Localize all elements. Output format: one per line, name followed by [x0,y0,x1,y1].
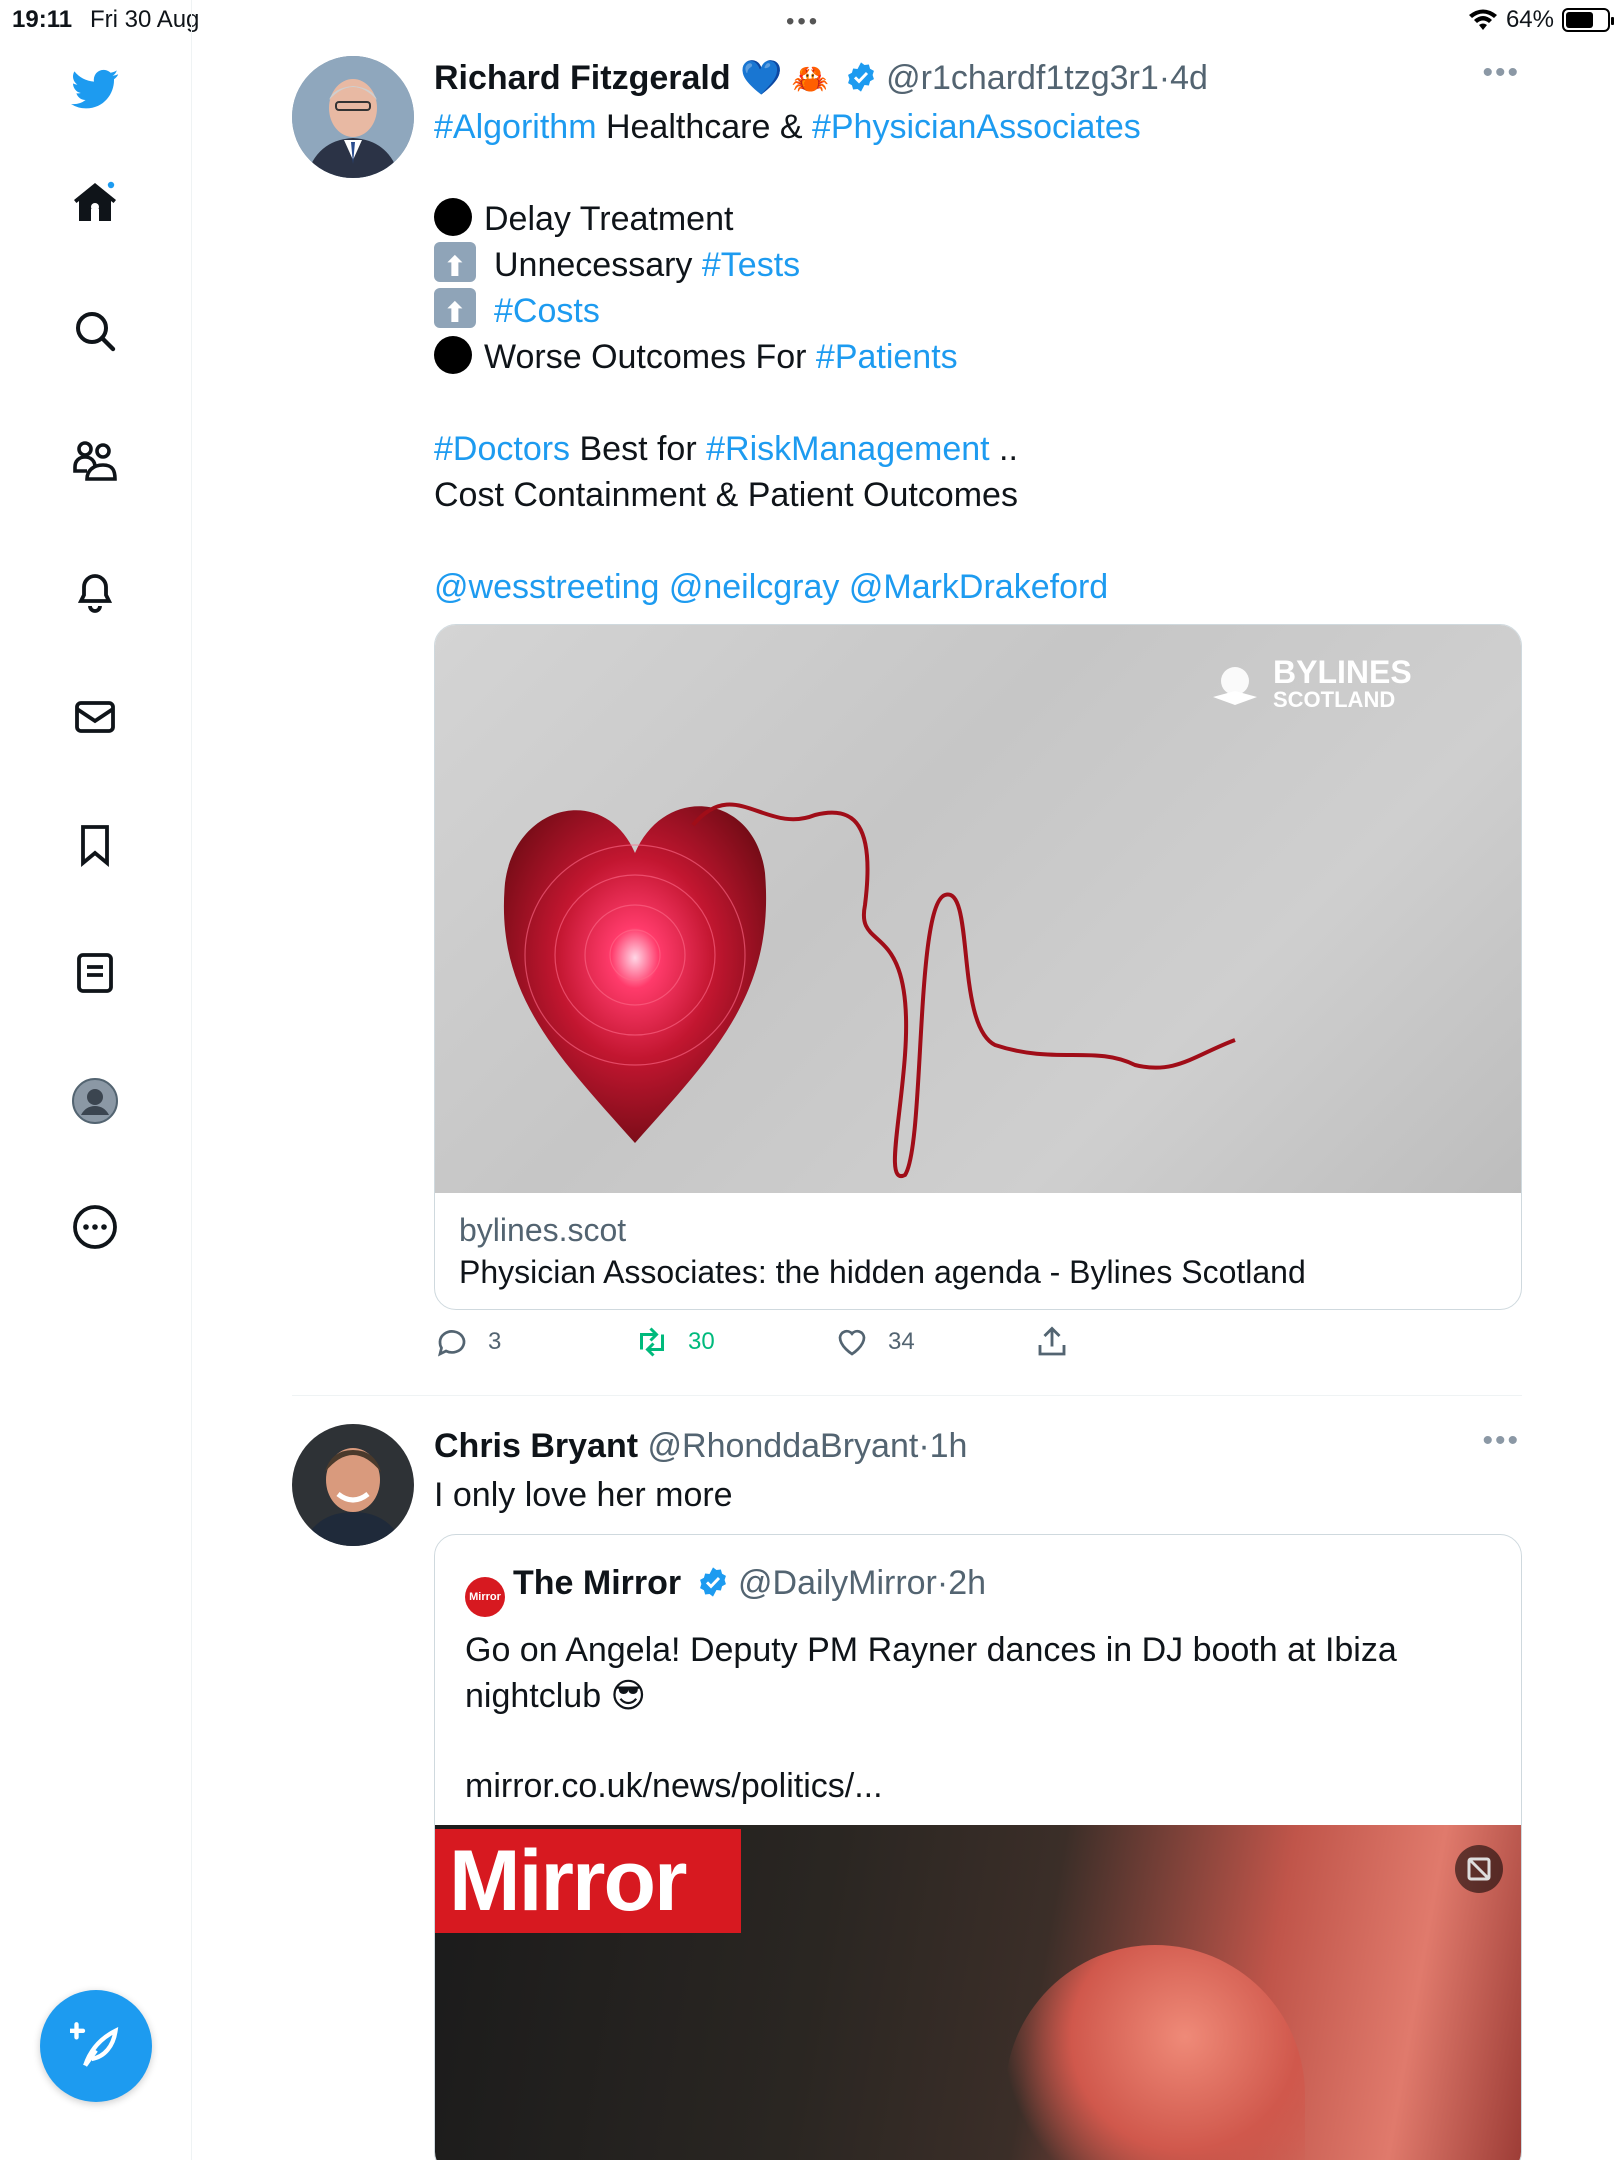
timestamp[interactable]: 4d [1170,59,1208,97]
share-icon [1038,1326,1066,1356]
author-name[interactable]: Chris Bryant [434,1427,638,1465]
card-image: BYLINES SCOTLAND [435,625,1521,1193]
hashtag[interactable]: #Doctors [434,430,570,468]
black-circle-icon [434,336,472,374]
card-title: Physician Associates: the hidden agenda … [459,1254,1306,1290]
mentions[interactable]: @wesstreeting @neilcgray @MarkDrakeford [434,564,1520,610]
tweet[interactable]: Chris Bryant @RhonddaBryant·1h ••• I onl… [292,1424,1522,2160]
timestamp[interactable]: 1h [930,1427,968,1465]
crab-emoji-icon: 🦀 [791,63,830,96]
more-options-icon[interactable]: ••• [1482,1424,1520,1458]
avatar[interactable] [292,56,414,178]
tweet-divider [292,1395,1522,1396]
list-item: Delay Treatment [434,196,1520,242]
retweet-count: 30 [688,1328,715,1355]
more-icon[interactable] [64,1196,126,1258]
search-icon[interactable] [64,300,126,362]
name-emoji: 💙 [740,59,783,97]
sensitive-media-icon[interactable] [1455,1845,1503,1893]
quoted-tweet[interactable]: Mirror The Mirror @DailyMirror·2h Go on A… [434,1534,1522,2160]
verified-badge-icon [847,62,874,92]
hashtag[interactable]: #Costs [494,292,600,330]
up-arrow-icon [434,242,476,290]
author-handle[interactable]: @RhonddaBryant [648,1427,919,1465]
card-meta: bylines.scot Physician Associates: the h… [435,1193,1521,1307]
sidebar [0,0,192,2160]
card-logo-line2: SCOTLAND [1273,687,1395,712]
battery-percent: 64% [1505,6,1554,33]
communities-icon[interactable] [64,430,126,492]
black-circle-icon [434,198,472,236]
card-domain: bylines.scot [459,1212,627,1248]
tweet-header: Richard Fitzgerald 💙 🦀 @r1chardf1tzg3r1·… [434,56,1520,102]
author-handle[interactable]: @r1chardf1tzg3r1 [886,59,1159,97]
thistle-logo-icon [1213,667,1257,705]
separator: · [1158,59,1171,97]
status-indicators: 64% [1468,6,1614,34]
separator: · [936,1564,949,1602]
quote-media-image[interactable]: Mirror [435,1825,1521,2160]
tweet-text: I only love her more [434,1476,733,1514]
retweet-icon [640,1327,664,1357]
link-card[interactable]: BYLINES SCOTLAND bylines.scot Physician … [434,624,1522,1310]
notifications-icon[interactable] [64,560,126,622]
hashtag[interactable]: #RiskManagement [706,430,989,468]
compose-button[interactable] [40,1990,152,2102]
like-count: 34 [888,1328,915,1355]
separator: · [918,1427,930,1465]
hashtag[interactable]: #Tests [702,246,800,284]
hashtag[interactable]: #Patients [816,338,958,376]
quote-handle[interactable]: @DailyMirror [738,1564,937,1602]
heart-icon [838,1329,866,1356]
hashtag[interactable]: #Algorithm [434,108,597,146]
profile-icon[interactable] [64,1070,126,1132]
multitasking-dots-icon[interactable]: ••• [786,8,820,36]
bio-line: #Algorithm Healthcare & #PhysicianAssoci… [434,108,1141,146]
battery-icon [1562,8,1614,32]
list-item: Unnecessary #Tests [434,242,1520,290]
quote-link[interactable]: mirror.co.uk/news/politics/... [465,1763,1491,1809]
quote-author-name[interactable]: The Mirror [513,1564,681,1602]
tweet[interactable]: Richard Fitzgerald 💙 🦀 @r1chardf1tzg3r1·… [292,56,1522,1357]
more-options-icon[interactable]: ••• [1482,56,1520,90]
tweet-list: Delay Treatment Unnecessary #Tests #Cost… [434,196,1520,380]
tweet-header: Chris Bryant @RhonddaBryant·1h [434,1424,1520,1468]
lists-icon[interactable] [64,942,126,1004]
author-name[interactable]: Richard Fitzgerald [434,59,731,97]
list-item: #Costs [434,288,1520,336]
quote-text: Go on Angela! Deputy PM Rayner dances in… [465,1631,1397,1715]
heart-ecg-illustration: BYLINES SCOTLAND [503,654,1412,1179]
retweet-button[interactable]: 30 [634,1324,715,1360]
hashtag[interactable]: #PhysicianAssociates [812,108,1141,146]
tweet-actions: 3 30 34 [434,1324,1520,1364]
reply-button[interactable]: 3 [434,1324,501,1360]
up-arrow-icon [434,288,476,336]
avatar[interactable] [292,1424,414,1546]
reply-icon [437,1330,466,1357]
verified-badge-icon [699,1567,726,1597]
compose-icon [70,2022,119,2067]
image-figure [1005,1945,1305,2160]
list-item: Worse Outcomes For #Patients [434,334,1520,380]
share-button[interactable] [1034,1324,1070,1360]
messages-icon[interactable] [64,686,126,748]
quote-timestamp[interactable]: 2h [948,1564,986,1602]
home-icon[interactable] [64,172,126,234]
card-logo-line1: BYLINES [1273,654,1412,690]
twitter-bird-icon[interactable] [64,58,126,120]
tweet-paragraph: #Doctors Best for #RiskManagement .. Cos… [434,430,1018,514]
like-button[interactable]: 34 [834,1324,915,1360]
quote-header: Mirror The Mirror @DailyMirror·2h [465,1561,1491,1617]
wifi-icon [1468,9,1497,30]
bookmarks-icon[interactable] [64,814,126,876]
mirror-image-logo: Mirror [435,1829,741,1933]
status-bar: 19:11 Fri 30 Aug ••• 64% [0,0,1620,40]
reply-count: 3 [488,1328,502,1355]
mirror-logo-icon: Mirror [465,1577,505,1617]
